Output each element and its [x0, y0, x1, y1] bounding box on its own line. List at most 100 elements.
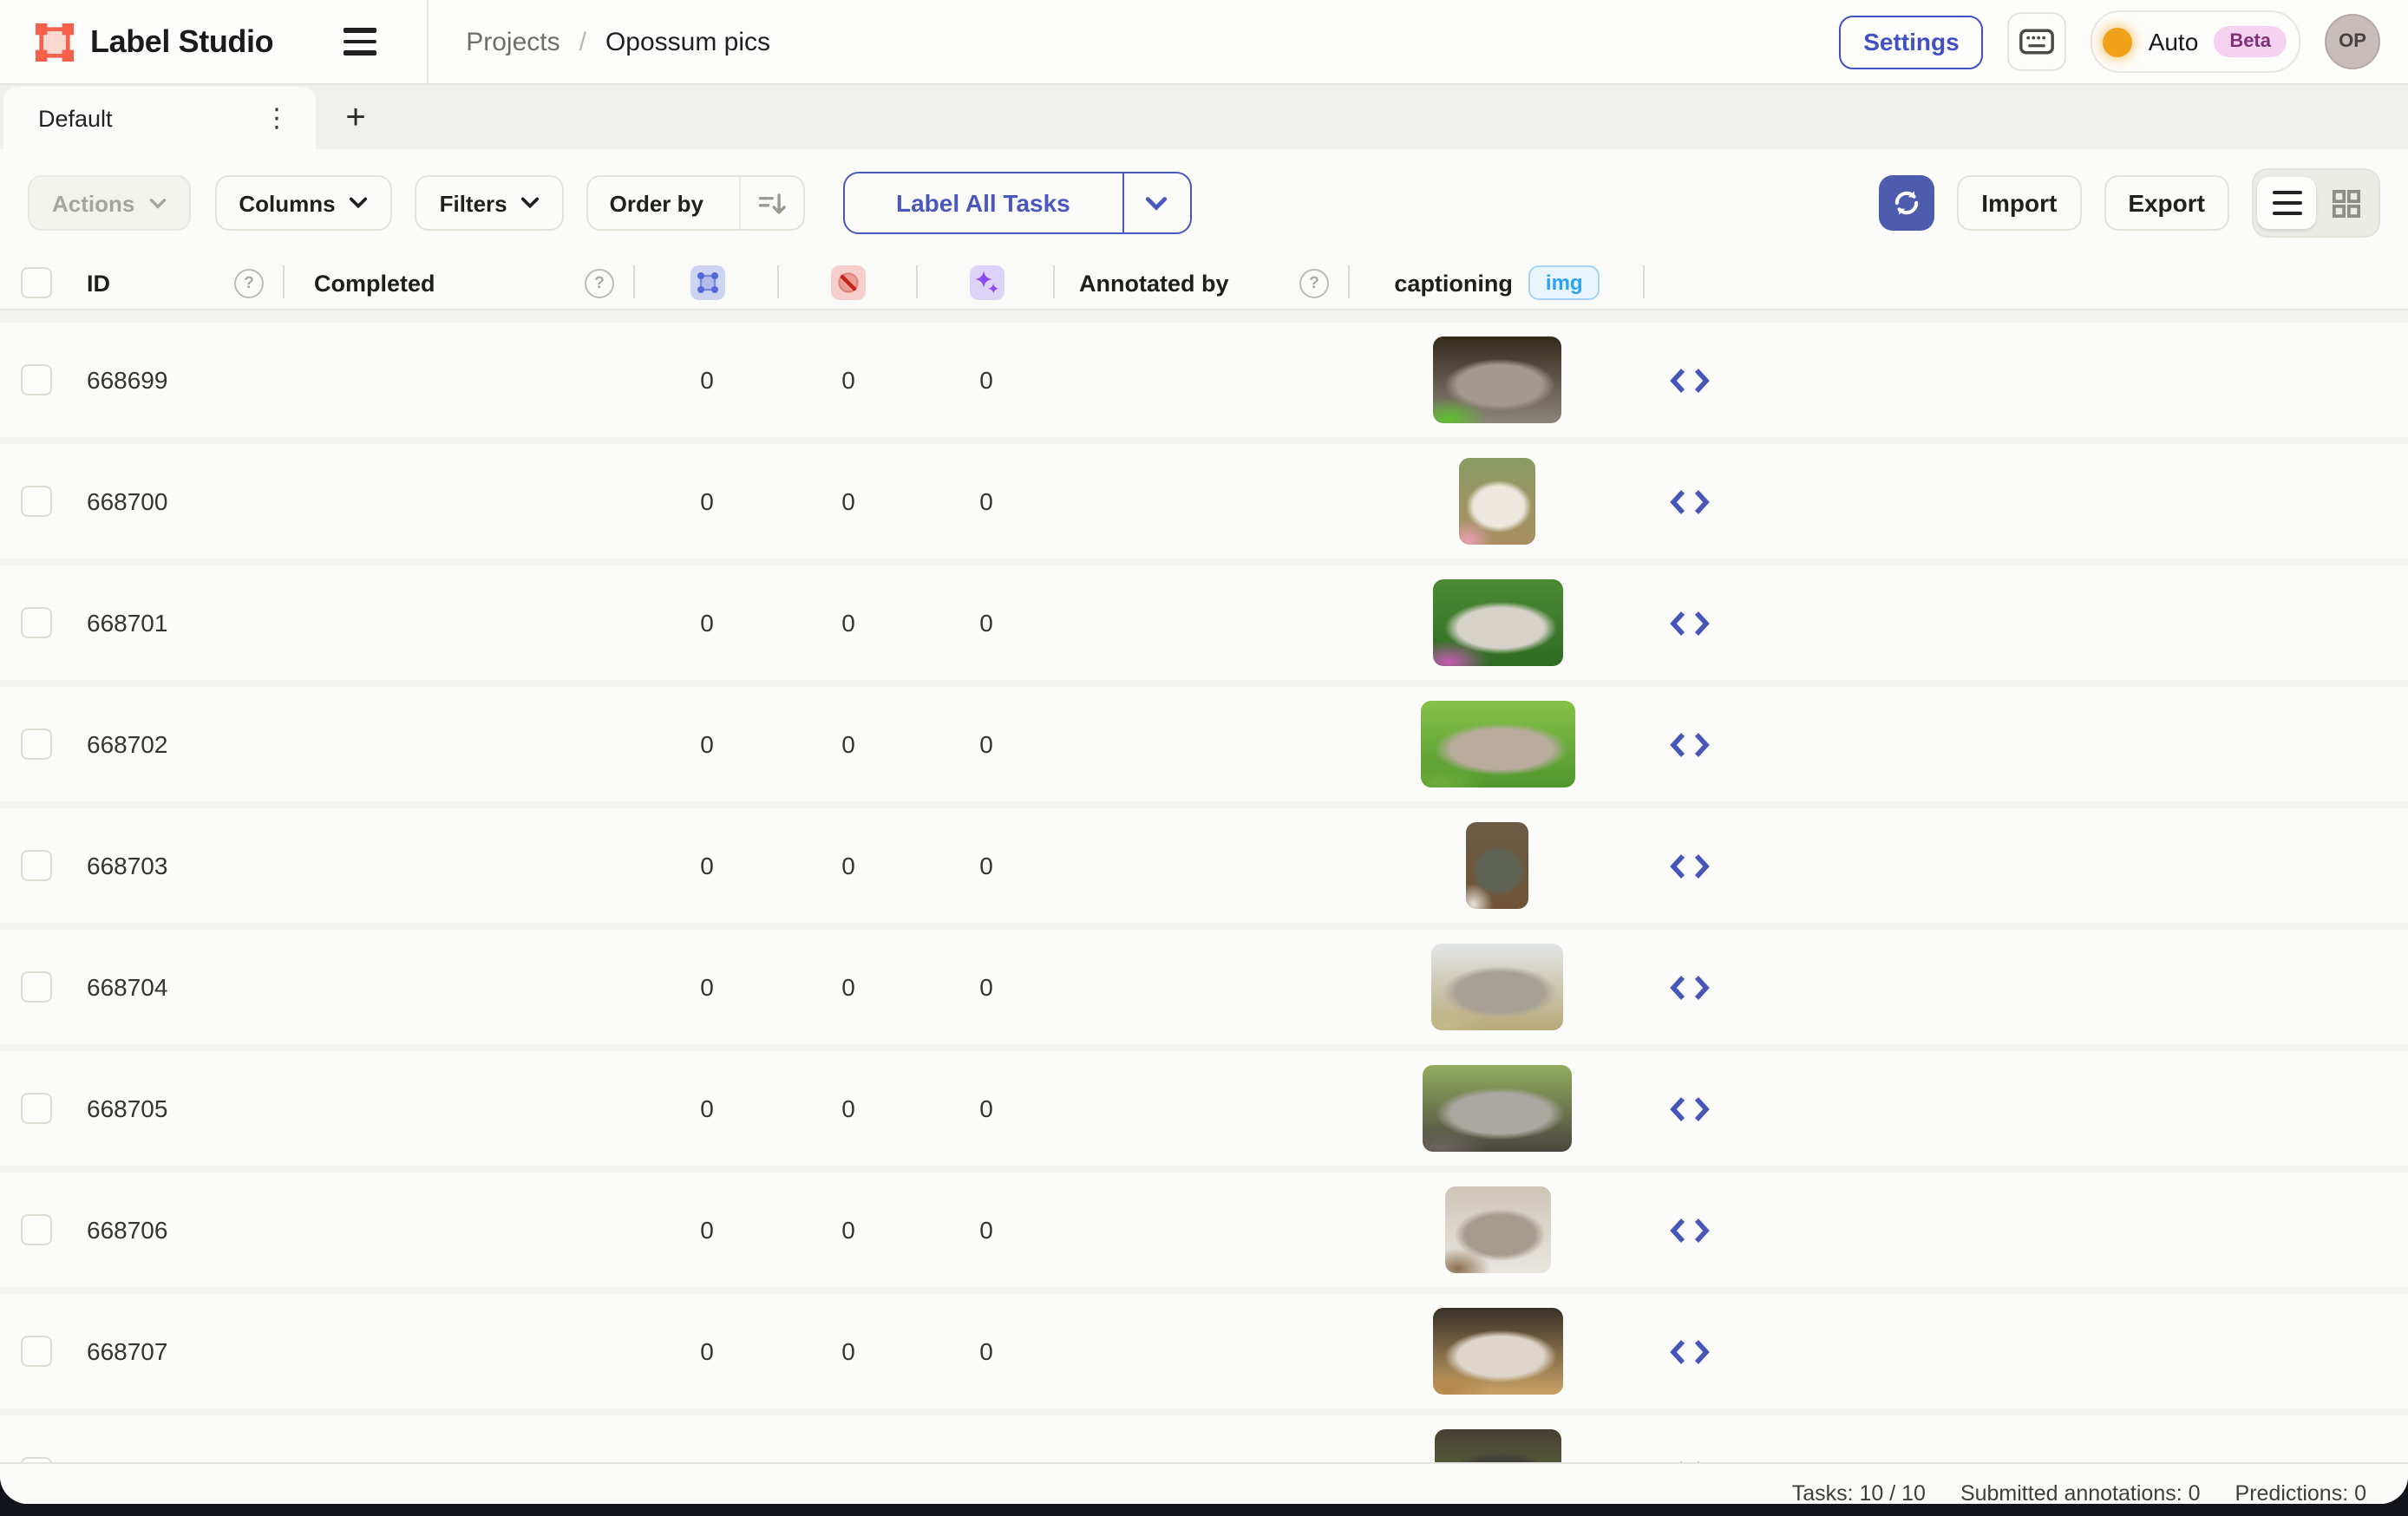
thumb-cell	[1350, 1051, 1645, 1166]
label-all-tasks-dropdown[interactable]	[1122, 173, 1190, 232]
table-row[interactable]: 668700 0 0 0	[0, 444, 2408, 559]
table-row[interactable]: 668703 0 0 0	[0, 808, 2408, 923]
column-header-annotated-by[interactable]: Annotated by ?	[1055, 257, 1350, 309]
row-checkbox[interactable]	[21, 1093, 52, 1124]
column-header-id[interactable]: ID ?	[69, 257, 285, 309]
id-help-icon[interactable]: ?	[234, 268, 264, 297]
no-entry-icon	[834, 269, 862, 297]
settings-button[interactable]: Settings	[1839, 15, 1983, 69]
auto-toggle[interactable]: Auto Beta	[2091, 10, 2300, 73]
row-id-cell: 668702	[69, 687, 285, 801]
column-header-source	[1645, 257, 2408, 309]
breadcrumb-current-project: Opossum pics	[605, 27, 770, 56]
task-image-thumbnail[interactable]	[1420, 701, 1574, 787]
completed-header-label: Completed	[314, 270, 435, 296]
user-avatar[interactable]: OP	[2325, 14, 2380, 69]
row-checkbox[interactable]	[21, 486, 52, 517]
show-source-icon[interactable]	[1669, 1338, 1711, 1364]
show-source-icon[interactable]	[1669, 488, 1711, 514]
task-image-thumbnail[interactable]	[1434, 1429, 1561, 1462]
actions-button[interactable]: Actions	[28, 175, 190, 231]
show-source-icon[interactable]	[1669, 1217, 1711, 1243]
breadcrumb-separator: /	[579, 27, 586, 56]
column-header-completed[interactable]: Completed ?	[285, 257, 635, 309]
show-source-icon[interactable]	[1669, 610, 1711, 636]
tab-options-kebab-icon[interactable]: ⋮	[255, 100, 298, 136]
table-row[interactable]: 668699 0 0 0	[0, 323, 2408, 437]
breadcrumb-projects-link[interactable]: Projects	[466, 27, 559, 56]
table-row[interactable]: 668702 0 0 0	[0, 687, 2408, 801]
task-image-thumbnail[interactable]	[1432, 579, 1562, 666]
show-source-icon[interactable]	[1669, 853, 1711, 879]
show-source-icon[interactable]	[1669, 1095, 1711, 1121]
brand[interactable]: Label Studio	[0, 22, 273, 62]
grid-view-button[interactable]	[2316, 177, 2375, 229]
hamburger-menu-icon[interactable]	[343, 16, 395, 68]
filters-button[interactable]: Filters	[416, 175, 565, 231]
auto-status-dot	[2104, 27, 2133, 56]
row-checkbox[interactable]	[21, 971, 52, 1003]
column-header-predictions[interactable]	[918, 257, 1055, 309]
task-id: 668707	[87, 1337, 167, 1365]
task-image-thumbnail[interactable]	[1459, 458, 1535, 545]
table-row[interactable]: 668701 0 0 0	[0, 565, 2408, 680]
cancelled-count: 0	[779, 1051, 918, 1166]
app-window: Label Studio Projects / Opossum pics Set…	[0, 0, 2408, 1516]
filters-label: Filters	[440, 190, 507, 216]
column-header-annotations[interactable]	[635, 257, 779, 309]
table-row[interactable]: 668704 0 0 0	[0, 930, 2408, 1044]
select-all-checkbox[interactable]	[21, 267, 52, 298]
label-all-tasks-split-button: Label All Tasks	[842, 172, 1192, 234]
row-checkbox[interactable]	[21, 607, 52, 638]
add-tab-button[interactable]: +	[330, 92, 382, 144]
row-checkbox[interactable]	[21, 1214, 52, 1245]
task-image-thumbnail[interactable]	[1466, 822, 1528, 909]
import-button[interactable]: Import	[1957, 175, 2081, 231]
refresh-button[interactable]	[1879, 175, 1934, 231]
source-cell	[1645, 1294, 2408, 1408]
row-select-cell	[0, 1051, 69, 1166]
task-image-thumbnail[interactable]	[1432, 1308, 1562, 1395]
table-row[interactable]: 668706 0 0 0	[0, 1173, 2408, 1287]
completed-help-icon[interactable]: ?	[585, 268, 614, 297]
annotated-by-help-icon[interactable]: ?	[1299, 268, 1329, 297]
order-by-button[interactable]: Order by	[587, 175, 804, 231]
chevron-down-icon	[1146, 195, 1168, 211]
row-checkbox[interactable]	[21, 1336, 52, 1367]
row-id-cell: 668703	[69, 808, 285, 923]
column-header-cancelled[interactable]	[779, 257, 918, 309]
predictions-count: 0	[918, 930, 1055, 1044]
row-checkbox[interactable]	[21, 729, 52, 760]
sort-order-icon[interactable]	[738, 175, 802, 231]
row-select-cell	[0, 1415, 69, 1462]
label-all-tasks-button[interactable]: Label All Tasks	[844, 173, 1122, 232]
task-image-thumbnail[interactable]	[1433, 337, 1561, 423]
task-image-thumbnail[interactable]	[1444, 1186, 1550, 1273]
table-row[interactable]	[0, 1415, 2408, 1462]
row-checkbox[interactable]	[21, 364, 52, 395]
table-rows: 668699 0 0 0 668700 0 0 0	[0, 310, 2408, 1462]
columns-button[interactable]: Columns	[214, 175, 392, 231]
predictions-count: 0	[918, 565, 1055, 680]
show-source-icon[interactable]	[1669, 367, 1711, 393]
bounding-box-icon	[693, 269, 721, 297]
row-checkbox[interactable]	[21, 850, 52, 881]
chevron-down-icon	[521, 196, 540, 210]
column-header-captioning[interactable]: captioning img	[1350, 257, 1645, 309]
thumb-cell	[1350, 444, 1645, 559]
view-mode-toggle	[2252, 168, 2380, 238]
predictions-count: 0	[918, 1051, 1055, 1166]
task-image-thumbnail[interactable]	[1423, 1065, 1572, 1152]
export-button[interactable]: Export	[2104, 175, 2229, 231]
table-row[interactable]: 668707 0 0 0	[0, 1294, 2408, 1408]
table-row[interactable]: 668705 0 0 0	[0, 1051, 2408, 1166]
show-source-icon[interactable]	[1669, 974, 1711, 1000]
keyboard-shortcuts-button[interactable]	[2008, 12, 2067, 71]
list-view-button[interactable]	[2257, 177, 2316, 229]
toolbar-right: Import Export	[1879, 168, 2380, 238]
tab-default[interactable]: Default ⋮	[3, 87, 316, 149]
task-image-thumbnail[interactable]	[1431, 944, 1563, 1030]
completed-cell	[285, 1173, 635, 1287]
cancelled-count: 0	[779, 444, 918, 559]
show-source-icon[interactable]	[1669, 731, 1711, 757]
